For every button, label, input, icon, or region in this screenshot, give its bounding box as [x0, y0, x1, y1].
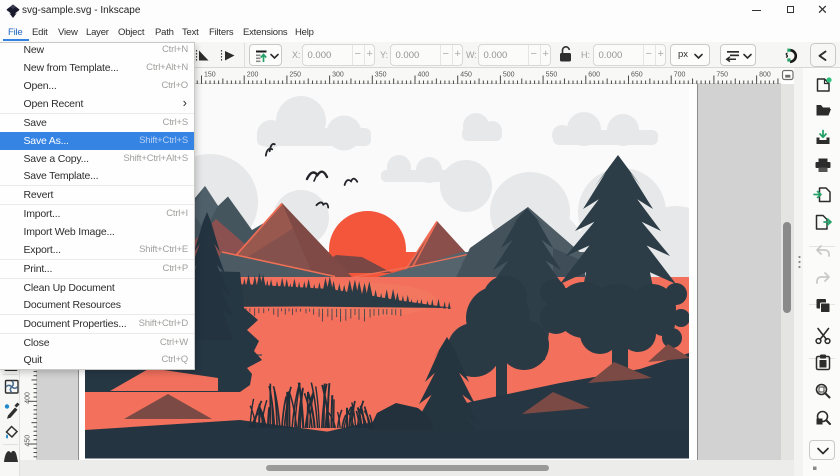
svg-text:450: 450 [25, 435, 32, 447]
svg-text:150: 150 [204, 72, 216, 79]
svg-text:400: 400 [25, 392, 32, 404]
svg-text:600: 600 [588, 72, 600, 79]
svg-text:800: 800 [759, 72, 771, 79]
svg-text:650: 650 [631, 72, 643, 79]
svg-text:450: 450 [460, 72, 472, 79]
svg-text:250: 250 [289, 72, 301, 79]
svg-text:750: 750 [716, 72, 728, 79]
svg-text:200: 200 [247, 72, 259, 79]
svg-text:300: 300 [332, 72, 344, 79]
svg-text:350: 350 [375, 72, 387, 79]
svg-text:400: 400 [418, 72, 430, 79]
svg-text:500: 500 [503, 72, 515, 79]
svg-text:550: 550 [546, 72, 558, 79]
svg-text:700: 700 [674, 72, 686, 79]
